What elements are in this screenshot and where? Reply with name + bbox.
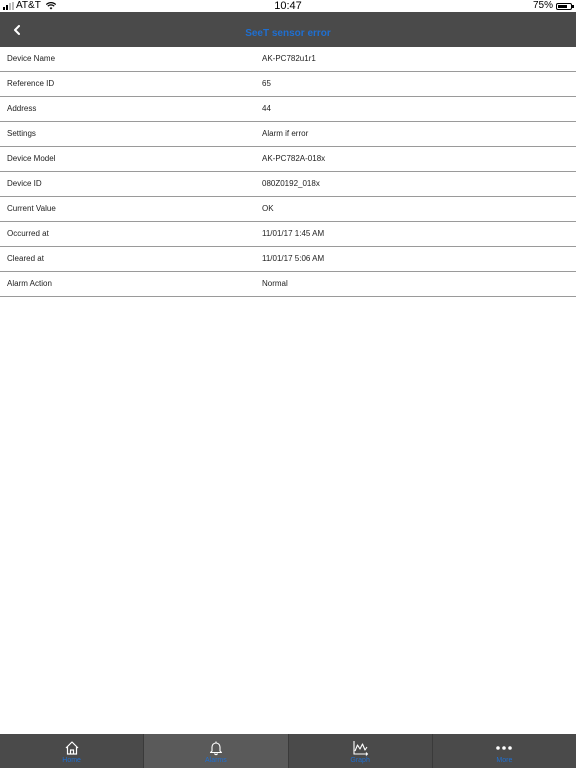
tab-label: Home bbox=[62, 757, 81, 764]
detail-row-device-name: Device Name AK-PC782u1r1 bbox=[0, 47, 576, 72]
nav-header: SeeT sensor error bbox=[0, 12, 576, 47]
detail-value: 65 bbox=[262, 79, 271, 88]
detail-row-cleared-at: Cleared at 11/01/17 5:06 AM bbox=[0, 247, 576, 272]
page-title: SeeT sensor error bbox=[245, 28, 331, 39]
detail-label: Occurred at bbox=[7, 229, 49, 238]
alarm-detail-screen: AT&T 10:47 75% SeeT sensor error Device … bbox=[0, 0, 576, 768]
battery-icon bbox=[556, 2, 574, 10]
status-right: 75% bbox=[532, 0, 574, 12]
detail-label: Address bbox=[7, 104, 37, 113]
detail-label: Settings bbox=[7, 129, 36, 138]
more-icon bbox=[495, 739, 513, 756]
tab-label: Graph bbox=[350, 757, 370, 764]
detail-label: Device ID bbox=[7, 179, 42, 188]
home-icon bbox=[64, 739, 80, 756]
detail-value: Alarm if error bbox=[262, 129, 309, 138]
detail-row-device-id: Device ID 080Z0192_018x bbox=[0, 172, 576, 197]
detail-value: 11/01/17 1:45 AM bbox=[262, 229, 325, 238]
detail-label: Device Name bbox=[7, 54, 56, 63]
status-time: 10:47 bbox=[274, 0, 302, 12]
detail-label: Alarm Action bbox=[7, 279, 52, 288]
detail-label: Current Value bbox=[7, 204, 56, 213]
detail-value: 44 bbox=[262, 104, 271, 113]
detail-list: Device Name AK-PC782u1r1 Reference ID 65… bbox=[0, 47, 576, 297]
tab-label: Alarms bbox=[204, 757, 227, 764]
detail-row-current-value: Current Value OK bbox=[0, 197, 576, 222]
battery-fill bbox=[558, 4, 567, 8]
tab-more[interactable]: More bbox=[433, 734, 576, 768]
graph-icon bbox=[352, 739, 369, 756]
detail-value: AK-PC782u1r1 bbox=[262, 54, 316, 63]
detail-value: Normal bbox=[262, 279, 288, 288]
detail-label: Cleared at bbox=[7, 254, 44, 263]
bell-icon bbox=[208, 739, 224, 756]
detail-value: 080Z0192_018x bbox=[262, 179, 320, 188]
detail-row-reference-id: Reference ID 65 bbox=[0, 72, 576, 97]
detail-row-settings: Settings Alarm if error bbox=[0, 122, 576, 147]
detail-row-occurred-at: Occurred at 11/01/17 1:45 AM bbox=[0, 222, 576, 247]
detail-value: OK bbox=[262, 204, 274, 213]
tab-alarms[interactable]: Alarms bbox=[144, 734, 289, 768]
detail-row-alarm-action: Alarm Action Normal bbox=[0, 272, 576, 297]
detail-value: AK-PC782A-018x bbox=[262, 154, 326, 163]
tab-graph[interactable]: Graph bbox=[289, 734, 433, 768]
detail-row-address: Address 44 bbox=[0, 97, 576, 122]
tab-label: More bbox=[496, 757, 513, 764]
tab-home[interactable]: Home bbox=[0, 734, 145, 768]
battery-percent: 75% bbox=[532, 0, 553, 11]
detail-label: Device Model bbox=[7, 154, 56, 163]
status-bar: AT&T 10:47 75% bbox=[0, 0, 576, 12]
detail-value: 11/01/17 5:06 AM bbox=[262, 254, 325, 263]
detail-row-device-model: Device Model AK-PC782A-018x bbox=[0, 147, 576, 172]
detail-label: Reference ID bbox=[7, 79, 55, 88]
tab-bar: Home Alarms Graph More bbox=[0, 734, 576, 768]
